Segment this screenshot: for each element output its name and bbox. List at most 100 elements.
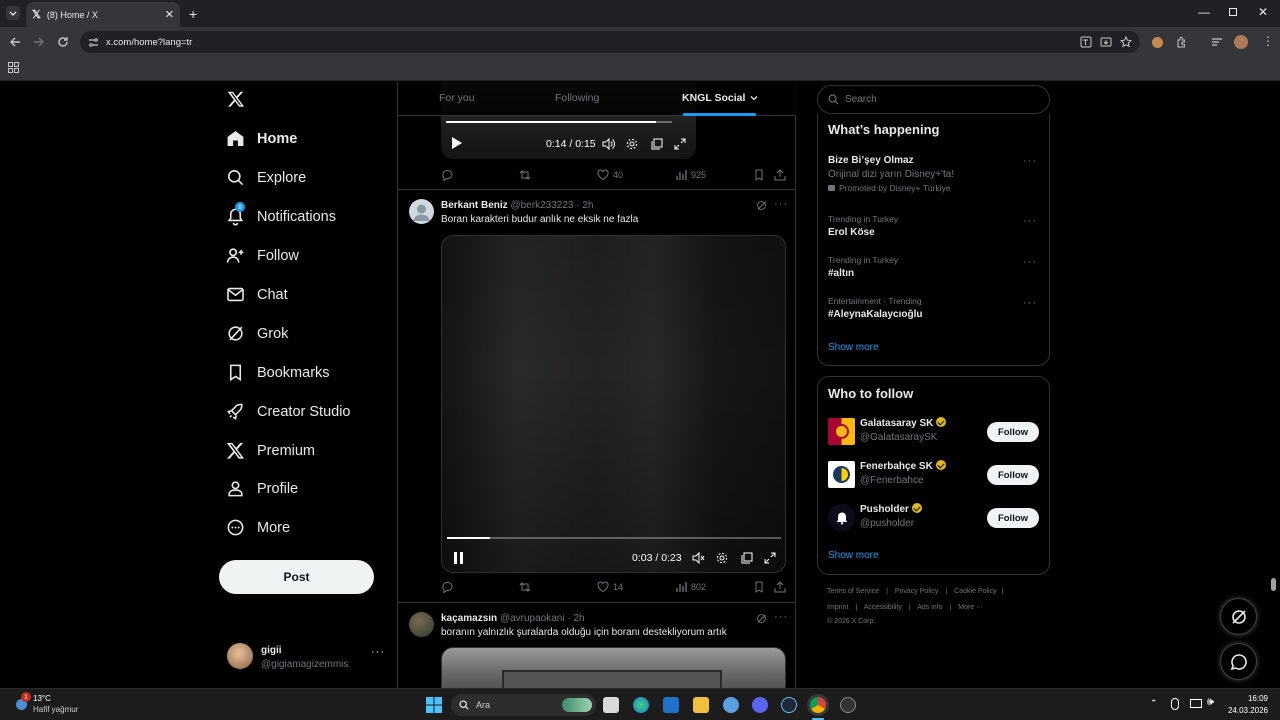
nav-explore[interactable]: Explore — [226, 168, 306, 187]
tweet-media[interactable] — [441, 647, 786, 688]
tab-following[interactable]: Following — [555, 92, 599, 104]
apps-grid-icon[interactable] — [8, 62, 19, 73]
back-icon[interactable] — [8, 35, 22, 49]
mute-icon[interactable] — [692, 552, 705, 564]
footer-imprint-link[interactable]: Imprint — [827, 604, 848, 611]
bookmark-button[interactable] — [753, 169, 765, 181]
nav-more[interactable]: More — [226, 518, 290, 537]
trend-item[interactable]: Bize Bi’şey Olmaz Orijinal dizi yarın Di… — [828, 155, 1038, 193]
taskbar-search[interactable]: Ara — [451, 694, 596, 716]
forward-icon[interactable] — [32, 35, 46, 49]
fullscreen-icon[interactable] — [764, 552, 776, 564]
avatar[interactable] — [409, 199, 434, 224]
bookmark-button[interactable] — [753, 581, 765, 593]
author-name[interactable]: Berkant Beniz — [441, 200, 508, 211]
like-button[interactable]: 14 — [597, 581, 623, 593]
site-info-icon[interactable] — [88, 37, 99, 48]
clock-date[interactable]: 24.03.2026 — [1224, 706, 1268, 715]
star-icon[interactable] — [1120, 36, 1132, 48]
share-button[interactable] — [774, 169, 786, 181]
store-icon[interactable] — [663, 697, 679, 713]
pip-icon[interactable] — [741, 552, 753, 564]
follow-button[interactable]: Follow — [987, 422, 1039, 442]
fullscreen-icon[interactable] — [674, 138, 686, 150]
puzzle-icon[interactable] — [1175, 35, 1189, 49]
nav-creator-studio[interactable]: Creator Studio — [226, 402, 351, 421]
clock-time[interactable]: 16:09 — [1230, 694, 1268, 703]
footer-terms-link[interactable]: Terms of Service — [827, 588, 879, 595]
trend-item[interactable]: Entertainment · Trending #AleynaKalaycıo… — [828, 296, 922, 320]
footer-privacy-link[interactable]: Privacy Policy — [895, 588, 939, 595]
video-player[interactable]: 0:03 / 0:23 — [441, 235, 786, 573]
translate-icon[interactable] — [1080, 36, 1092, 48]
weather-widget[interactable]: 1 — [14, 692, 31, 711]
trend-more-icon[interactable]: ··· — [1023, 215, 1037, 227]
tweet-more-icon[interactable]: ··· — [774, 611, 788, 623]
follow-suggestion[interactable]: Fenerbahçe SK @Fenerbahce Follow — [818, 460, 1049, 490]
steam-icon[interactable] — [781, 697, 797, 713]
follow-button[interactable]: Follow — [987, 465, 1039, 485]
reload-icon[interactable] — [56, 35, 70, 49]
trend-more-icon[interactable]: ··· — [1023, 155, 1037, 167]
extension-icon[interactable] — [1152, 37, 1163, 48]
new-tab-icon[interactable]: + — [189, 6, 197, 22]
repost-button[interactable] — [519, 581, 531, 593]
search-input[interactable]: Search — [817, 85, 1050, 114]
profile-avatar-icon[interactable] — [1234, 35, 1248, 49]
address-bar[interactable]: x.com/home?lang=tr — [80, 31, 1140, 53]
footer-accessibility-link[interactable]: Accessibility — [864, 604, 902, 611]
video-progress-track[interactable] — [447, 537, 781, 539]
tweet-time[interactable]: · 2h — [567, 613, 584, 624]
microphone-icon[interactable] — [1171, 698, 1179, 710]
nav-grok[interactable]: Grok — [226, 324, 288, 343]
trend-item[interactable]: Trending in Turkey Erol Köse — [828, 214, 898, 238]
app-icon[interactable] — [840, 697, 856, 713]
grok-icon[interactable] — [756, 613, 767, 624]
share-button[interactable] — [774, 581, 786, 593]
chrome-icon[interactable] — [810, 697, 826, 713]
show-more-who-link[interactable]: Show more — [828, 550, 879, 561]
follow-suggestion[interactable]: Pusholder @pusholder Follow — [818, 503, 1049, 533]
trend-more-icon[interactable]: ··· — [1023, 297, 1037, 309]
settings-app-icon[interactable] — [723, 697, 739, 713]
account-switcher[interactable]: gigii @gigiamagizemmis ··· — [219, 637, 389, 677]
network-icon[interactable] — [1190, 699, 1202, 708]
tab-for-you[interactable]: For you — [439, 92, 475, 104]
grok-float-button[interactable] — [1220, 598, 1257, 635]
minimize-icon[interactable]: — — [1198, 5, 1210, 19]
views-button[interactable]: 802 — [675, 581, 706, 593]
volume-icon[interactable]: 🕪 — [1207, 696, 1214, 709]
author-handle[interactable]: @avrupaokani — [500, 613, 565, 624]
settings-icon[interactable] — [626, 138, 638, 150]
author-handle[interactable]: @berk233223 — [510, 200, 573, 211]
play-icon[interactable] — [451, 137, 462, 149]
footer-ads-link[interactable]: Ads info — [917, 604, 942, 611]
volume-icon[interactable] — [602, 138, 615, 150]
follow-button[interactable]: Follow — [987, 508, 1039, 528]
page-scrollbar-thumb[interactable] — [1271, 578, 1276, 591]
tweet-more-icon[interactable]: ··· — [774, 198, 788, 210]
avatar[interactable] — [409, 612, 434, 637]
browser-tab-active[interactable]: 𝕏 (8) Home / X ✕ — [26, 2, 180, 27]
nav-home[interactable]: Home — [226, 129, 297, 148]
reading-list-icon[interactable] — [1210, 35, 1224, 49]
nav-chat[interactable]: Chat — [226, 285, 288, 304]
trend-item[interactable]: Trending in Turkey #altın — [828, 255, 898, 279]
task-view-icon[interactable] — [603, 697, 619, 713]
account-more-icon[interactable]: ··· — [371, 646, 385, 658]
author-name[interactable]: kaçamazsın — [441, 613, 497, 624]
trend-more-icon[interactable]: ··· — [1023, 256, 1037, 268]
edge-icon[interactable] — [633, 697, 649, 713]
messages-float-button[interactable] — [1220, 643, 1257, 680]
close-window-icon[interactable]: ✕ — [1258, 5, 1268, 19]
tab-search-button[interactable] — [6, 6, 20, 20]
views-button[interactable]: 925 — [675, 169, 706, 181]
windows-start-icon[interactable] — [426, 697, 442, 713]
pip-icon[interactable] — [651, 138, 663, 150]
reply-button[interactable] — [441, 169, 453, 181]
post-button[interactable]: Post — [219, 560, 374, 594]
close-tab-icon[interactable]: ✕ — [165, 8, 174, 21]
reply-button[interactable] — [441, 581, 453, 593]
menu-kebab-icon[interactable]: ⋮ — [1262, 34, 1274, 48]
follow-suggestion[interactable]: Galatasaray SK @GalatasaraySK Follow — [818, 417, 1049, 447]
